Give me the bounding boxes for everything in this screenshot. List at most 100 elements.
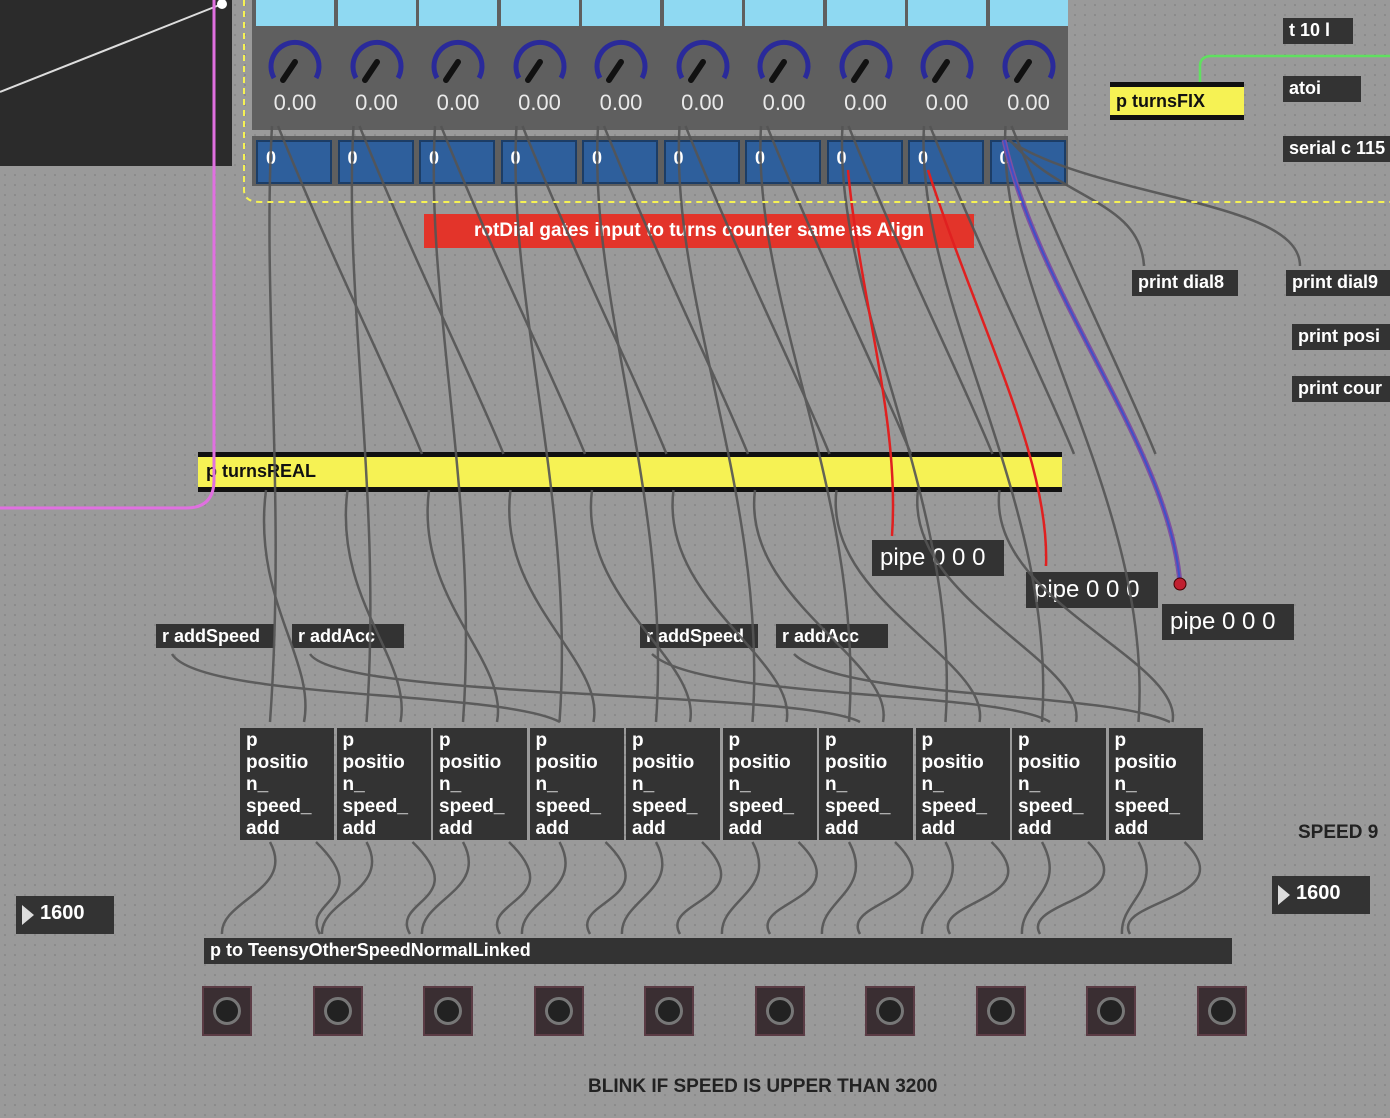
dial-knob-icon xyxy=(839,39,892,83)
position-speed-add-4[interactable]: p positio n_ speed_ add xyxy=(529,728,624,840)
toggle-10[interactable]: 0 xyxy=(989,140,1066,184)
number-value: 1600 xyxy=(1296,882,1341,904)
atoi-object[interactable]: atoi xyxy=(1283,76,1361,102)
function-graph-panel[interactable] xyxy=(0,0,232,166)
dial-knob-icon xyxy=(350,39,403,83)
dial-knob-icon xyxy=(594,39,648,83)
led-7[interactable] xyxy=(865,986,915,1036)
print-counter[interactable]: print cour xyxy=(1292,376,1390,402)
number-arrow-icon xyxy=(22,905,34,925)
dial-knob-icon xyxy=(920,39,974,83)
led-1[interactable] xyxy=(202,986,252,1036)
dial-value: 0.00 xyxy=(436,90,480,115)
receive-addacc-2[interactable]: r addAcc xyxy=(776,624,888,648)
dial-slider-fill xyxy=(989,0,1068,26)
position-speed-add-5[interactable]: p positio n_ speed_ add xyxy=(626,728,720,840)
receive-addspeed-2[interactable]: r addSpeed xyxy=(640,624,758,648)
led-3[interactable] xyxy=(423,986,473,1036)
dial-value: 0.00 xyxy=(355,90,398,115)
position-speed-add-1[interactable]: p positio n_ speed_ add xyxy=(240,728,334,840)
position-speed-add-10[interactable]: p positio n_ speed_ add xyxy=(1108,728,1203,840)
dial-knob-icon xyxy=(676,39,729,83)
dial-2[interactable]: 0.00 xyxy=(337,0,416,128)
pipe-object-1[interactable]: pipe 0 0 0 xyxy=(872,540,1004,576)
led-4[interactable] xyxy=(533,986,584,1036)
speed-label: SPEED 9 xyxy=(1298,822,1379,843)
dial-knob-icon xyxy=(431,39,485,83)
dial-value: 0.00 xyxy=(925,90,969,115)
dial-value: 0.00 xyxy=(762,90,806,115)
led-8[interactable] xyxy=(975,986,1026,1036)
blue-cord xyxy=(1001,139,1183,585)
receive-addacc-1[interactable]: r addAcc xyxy=(292,624,404,648)
dial-10[interactable]: 0.00 xyxy=(989,0,1068,128)
dial-value: 0.00 xyxy=(1007,90,1050,115)
led-indicator-icon xyxy=(765,997,794,1025)
dial-slider-fill xyxy=(337,0,416,26)
toggle-5[interactable]: 0 xyxy=(582,140,658,184)
toggle-2[interactable]: 0 xyxy=(337,140,414,184)
dial-4[interactable]: 0.00 xyxy=(500,0,579,128)
dial-slider-fill xyxy=(256,0,334,26)
print-dial9[interactable]: print dial9 xyxy=(1286,270,1390,296)
dial-3[interactable]: 0.00 xyxy=(419,0,497,128)
position-speed-add-2[interactable]: p positio n_ speed_ add xyxy=(336,728,431,840)
led-2[interactable] xyxy=(312,986,363,1036)
blue-cord-inner xyxy=(1003,139,1181,585)
position-speed-add-3[interactable]: p positio n_ speed_ add xyxy=(433,728,527,840)
number-arrow-icon xyxy=(1278,885,1290,905)
dial-value: 0.00 xyxy=(273,90,317,115)
print-position[interactable]: print posi xyxy=(1292,324,1390,350)
patcher-canvas[interactable]: 0.00 0.00 0.00 0.00 0.00 0.00 0.00 0.00 0.00 0.00… xyxy=(0,0,1390,1118)
serial-object[interactable]: serial c 115 xyxy=(1283,136,1390,162)
led-6[interactable] xyxy=(754,986,805,1036)
toggle-7[interactable]: 0 xyxy=(745,140,821,184)
dial-slider-fill xyxy=(500,0,579,26)
dial-knob-icon xyxy=(1002,39,1055,83)
dial-1[interactable]: 0.00 xyxy=(256,0,334,128)
led-indicator-icon xyxy=(876,997,904,1025)
print-dial8[interactable]: print dial8 xyxy=(1132,270,1238,296)
number-box-left[interactable]: 1600 xyxy=(16,896,114,934)
led-indicator-icon xyxy=(213,997,241,1025)
dial-value: 0.00 xyxy=(681,90,724,115)
receive-addspeed-1[interactable]: r addSpeed xyxy=(156,624,274,648)
toggle-9[interactable]: 0 xyxy=(908,140,984,184)
position-speed-add-8[interactable]: p positio n_ speed_ add xyxy=(915,728,1010,840)
dial-slider-fill xyxy=(745,0,823,26)
dial-8[interactable]: 0.00 xyxy=(826,0,905,128)
pipe-object-2[interactable]: pipe 0 0 0 xyxy=(1026,572,1158,608)
led-indicator-icon xyxy=(1207,997,1236,1025)
dial-9[interactable]: 0.00 xyxy=(908,0,986,128)
led-10[interactable] xyxy=(1196,986,1247,1036)
led-indicator-icon xyxy=(1097,997,1125,1025)
position-speed-add-6[interactable]: p positio n_ speed_ add xyxy=(722,728,817,840)
dial-knob-icon xyxy=(513,39,566,83)
dial-7[interactable]: 0.00 xyxy=(745,0,823,128)
teensy-subpatch[interactable]: p to TeensyOtherSpeedNormalLinked xyxy=(204,938,1232,964)
dial-slider-fill xyxy=(908,0,986,26)
dial-5[interactable]: 0.00 xyxy=(582,0,660,128)
trigger-object[interactable]: t 10 l xyxy=(1283,18,1353,44)
dial-value: 0.00 xyxy=(844,90,887,115)
led-indicator-icon xyxy=(986,997,1015,1025)
dial-6[interactable]: 0.00 xyxy=(663,0,742,128)
alert-comment: rotDial gates input to turns counter sam… xyxy=(424,214,974,248)
led-5[interactable] xyxy=(644,986,694,1036)
led-indicator-icon xyxy=(544,997,573,1025)
toggle-3[interactable]: 0 xyxy=(419,140,495,184)
toggle-6[interactable]: 0 xyxy=(663,140,740,184)
number-box-right[interactable]: 1600 xyxy=(1272,876,1370,914)
dial-slider-fill xyxy=(582,0,660,26)
turns-fix-subpatch[interactable]: p turnsFIX xyxy=(1110,82,1244,120)
position-speed-add-9[interactable]: p positio n_ speed_ add xyxy=(1012,728,1106,840)
pipe-object-3[interactable]: pipe 0 0 0 xyxy=(1162,604,1294,640)
led-9[interactable] xyxy=(1086,986,1136,1036)
toggle-8[interactable]: 0 xyxy=(826,140,903,184)
dial-knob-icon xyxy=(268,39,322,83)
dial-slider-fill xyxy=(663,0,742,26)
toggle-1[interactable]: 0 xyxy=(256,140,332,184)
position-speed-add-7[interactable]: p positio n_ speed_ add xyxy=(819,728,913,840)
toggle-4[interactable]: 0 xyxy=(500,140,577,184)
turns-real-subpatch[interactable]: p turnsREAL xyxy=(198,452,1062,492)
